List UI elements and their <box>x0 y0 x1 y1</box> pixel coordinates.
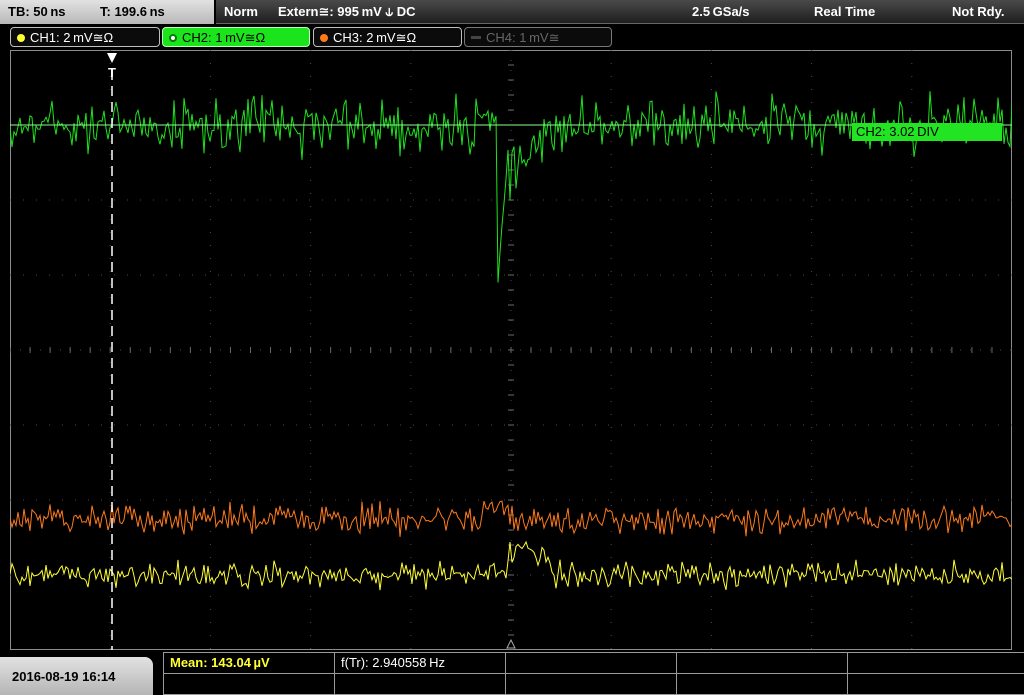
measurement-table: Mean: 143.04 µV f(Tr): 2.940558 Hz <box>163 652 1024 695</box>
timebase-label: TB: 50 ns <box>8 4 66 19</box>
trigger-source: Extern≅: 995 mV ⫝ DC <box>278 4 416 19</box>
tab-ch4[interactable]: CH4: 1 mV≅ <box>464 27 612 47</box>
measurement-slot[interactable] <box>335 674 506 695</box>
measurement-slot[interactable] <box>506 674 677 695</box>
trigger-strip[interactable]: Norm Extern≅: 995 mV ⫝ DC 2.5 GSa/s Real… <box>216 0 1024 24</box>
sample-rate: 2.5 GSa/s <box>692 4 750 19</box>
acquisition-mode: Real Time <box>814 4 876 19</box>
ch3-dot-icon <box>320 34 328 42</box>
mean-measurement[interactable]: Mean: 143.04 µV <box>164 653 335 674</box>
measurement-slot[interactable] <box>506 653 677 674</box>
measurement-slot[interactable] <box>848 674 1024 695</box>
tab-ch2-label: CH2: 1 mV≅Ω <box>182 30 266 45</box>
tab-ch2[interactable]: CH2: 1 mV≅Ω <box>162 27 310 47</box>
trigger-time-label: T: 199.6 ns <box>100 4 165 19</box>
ch1-dot-icon <box>17 34 25 42</box>
datetime-box: 2016-08-19 16:14 <box>0 657 153 695</box>
ch1-trace <box>10 540 1012 591</box>
ch3-trace <box>10 500 1012 537</box>
timebase-box[interactable]: TB: 50 ns T: 199.6 ns <box>0 0 214 24</box>
trigger-mode: Norm <box>224 4 258 19</box>
position-marker-icon <box>506 638 516 649</box>
ch2-trace <box>10 91 1012 283</box>
scope-screen[interactable]: T CH2: 3.02 DIV <box>10 50 1012 650</box>
trigger-marker-icon <box>107 53 117 63</box>
ch2-offset-label[interactable]: CH2: 3.02 DIV <box>852 123 1002 141</box>
ch2-dot-icon <box>169 34 177 42</box>
measurement-slot[interactable] <box>677 653 848 674</box>
tab-ch1[interactable]: CH1: 2 mV≅Ω <box>10 27 160 47</box>
status-bar: TB: 50 ns T: 199.6 ns Norm Extern≅: 995 … <box>0 0 1024 24</box>
measurement-slot[interactable] <box>848 653 1024 674</box>
tab-ch4-label: CH4: 1 mV≅ <box>486 30 560 45</box>
tab-ch3-label: CH3: 2 mV≅Ω <box>333 30 417 45</box>
run-status: Not Rdy. <box>952 4 1005 19</box>
ch4-dash-icon <box>471 36 481 39</box>
measurement-slot[interactable] <box>164 674 335 695</box>
tab-ch3[interactable]: CH3: 2 mV≅Ω <box>313 27 462 47</box>
trigger-marker-label: T <box>108 65 116 80</box>
tab-ch1-label: CH1: 2 mV≅Ω <box>30 30 114 45</box>
frequency-measurement[interactable]: f(Tr): 2.940558 Hz <box>335 653 506 674</box>
measurement-slot[interactable] <box>677 674 848 695</box>
channel-tabs: CH1: 2 mV≅Ω CH2: 1 mV≅Ω CH3: 2 mV≅Ω CH4:… <box>0 26 1024 48</box>
